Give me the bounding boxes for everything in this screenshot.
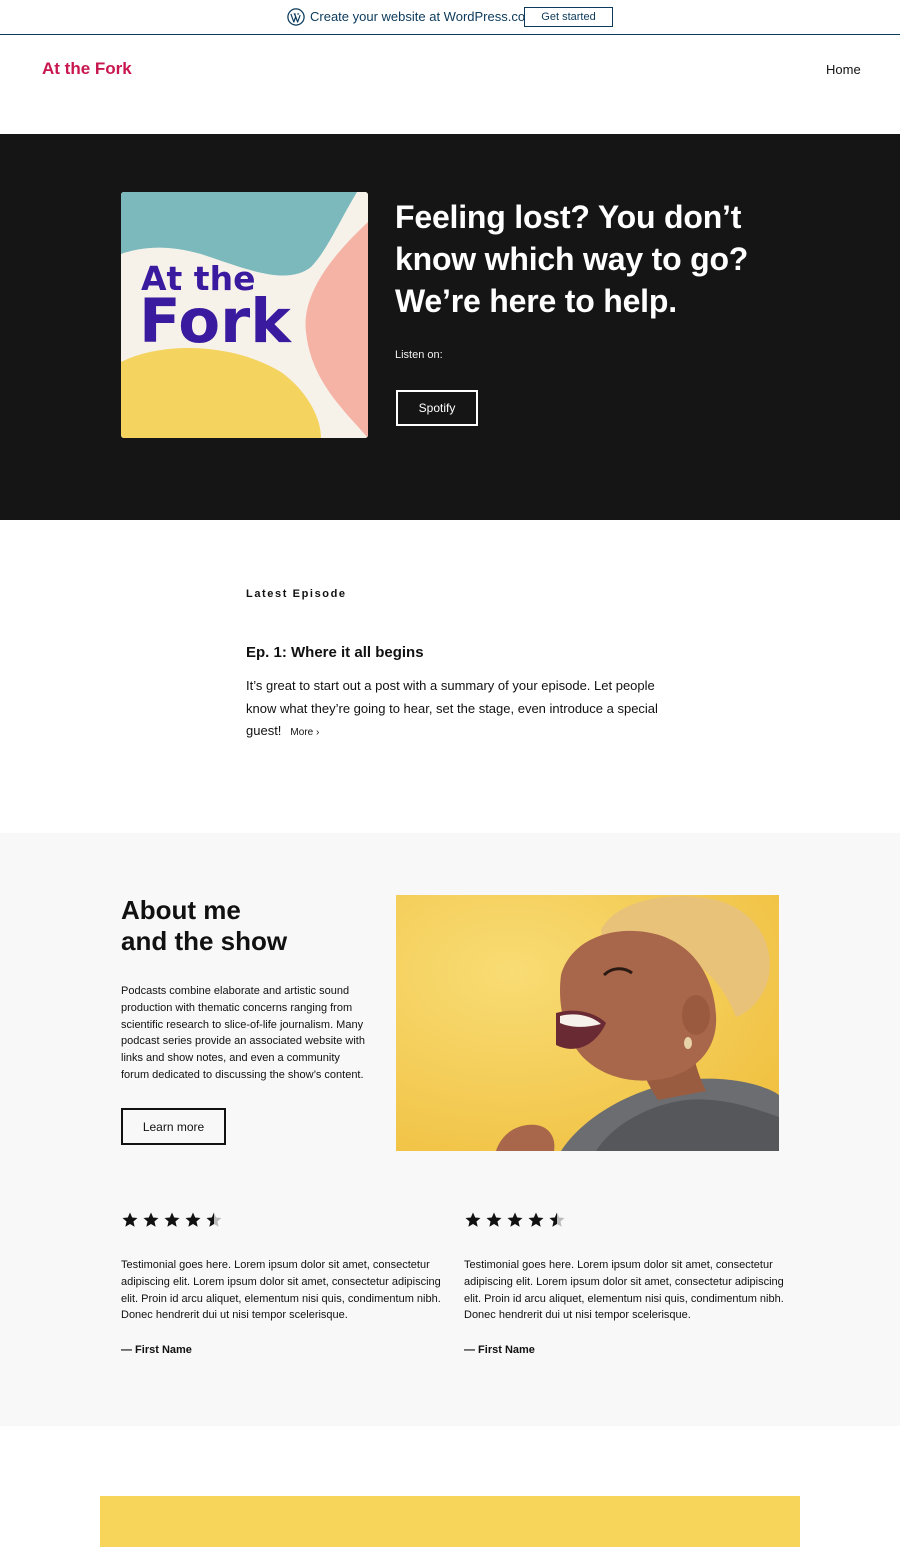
listen-on-label: Listen on: <box>395 349 443 361</box>
testimonial-text: Testimonial goes here. Lorem ipsum dolor… <box>464 1259 784 1322</box>
star-full-icon <box>507 1212 523 1227</box>
more-link[interactable]: More › <box>290 727 319 738</box>
testimonial-author: — First Name <box>121 1344 192 1357</box>
podcast-cover-art: At the Fork <box>121 192 368 438</box>
star-half-icon <box>206 1212 222 1227</box>
latest-episode-label: Latest Episode <box>246 588 347 600</box>
spotify-button[interactable]: Spotify <box>396 390 478 426</box>
learn-more-button[interactable]: Learn more <box>121 1108 226 1145</box>
testimonial-author: — First Name <box>464 1344 535 1357</box>
about-section: About me and the show Podcasts combine e… <box>0 833 900 1426</box>
star-full-icon <box>528 1212 544 1227</box>
host-photo-illustration <box>396 895 779 1151</box>
host-photo <box>396 895 779 1151</box>
episode-title[interactable]: Ep. 1: Where it all begins <box>246 644 424 661</box>
star-half-icon <box>549 1212 565 1227</box>
cover-text-fork: Fork <box>139 286 292 357</box>
about-heading: About me and the show <box>121 895 287 957</box>
wordpress-promo-bar: Create your website at WordPress.com Get… <box>0 0 900 35</box>
about-heading-line-2: and the show <box>121 926 288 956</box>
star-rating <box>121 1211 441 1231</box>
site-title[interactable]: At the Fork <box>42 59 132 79</box>
testimonial-2: Testimonial goes here. Lorem ipsum dolor… <box>464 1211 784 1356</box>
testimonial-1: Testimonial goes here. Lorem ipsum dolor… <box>121 1211 441 1356</box>
wordpress-promo-text[interactable]: Create your website at WordPress.com <box>310 9 536 24</box>
star-full-icon <box>185 1212 201 1227</box>
episode-summary: It’s great to start out a post with a su… <box>246 675 666 745</box>
hero-heading: Feeling lost? You don’t know which way t… <box>395 199 749 319</box>
star-full-icon <box>164 1212 180 1227</box>
wordpress-logo-icon[interactable] <box>287 8 305 26</box>
hero-section: At the Fork Feeling lost? You don’t know… <box>0 134 900 520</box>
star-full-icon <box>122 1212 138 1227</box>
testimonial-text: Testimonial goes here. Lorem ipsum dolor… <box>121 1259 441 1322</box>
get-started-button[interactable]: Get started <box>524 7 613 27</box>
star-full-icon <box>486 1212 502 1227</box>
yellow-section-block <box>100 1496 800 1547</box>
star-full-icon <box>143 1212 159 1227</box>
star-full-icon <box>465 1212 481 1227</box>
star-rating <box>464 1211 784 1231</box>
cover-art-graphic: At the Fork <box>121 192 368 438</box>
about-heading-line-1: About me <box>121 895 241 925</box>
about-body: Podcasts combine elaborate and artistic … <box>121 985 365 1081</box>
nav-item-home[interactable]: Home <box>826 62 861 77</box>
